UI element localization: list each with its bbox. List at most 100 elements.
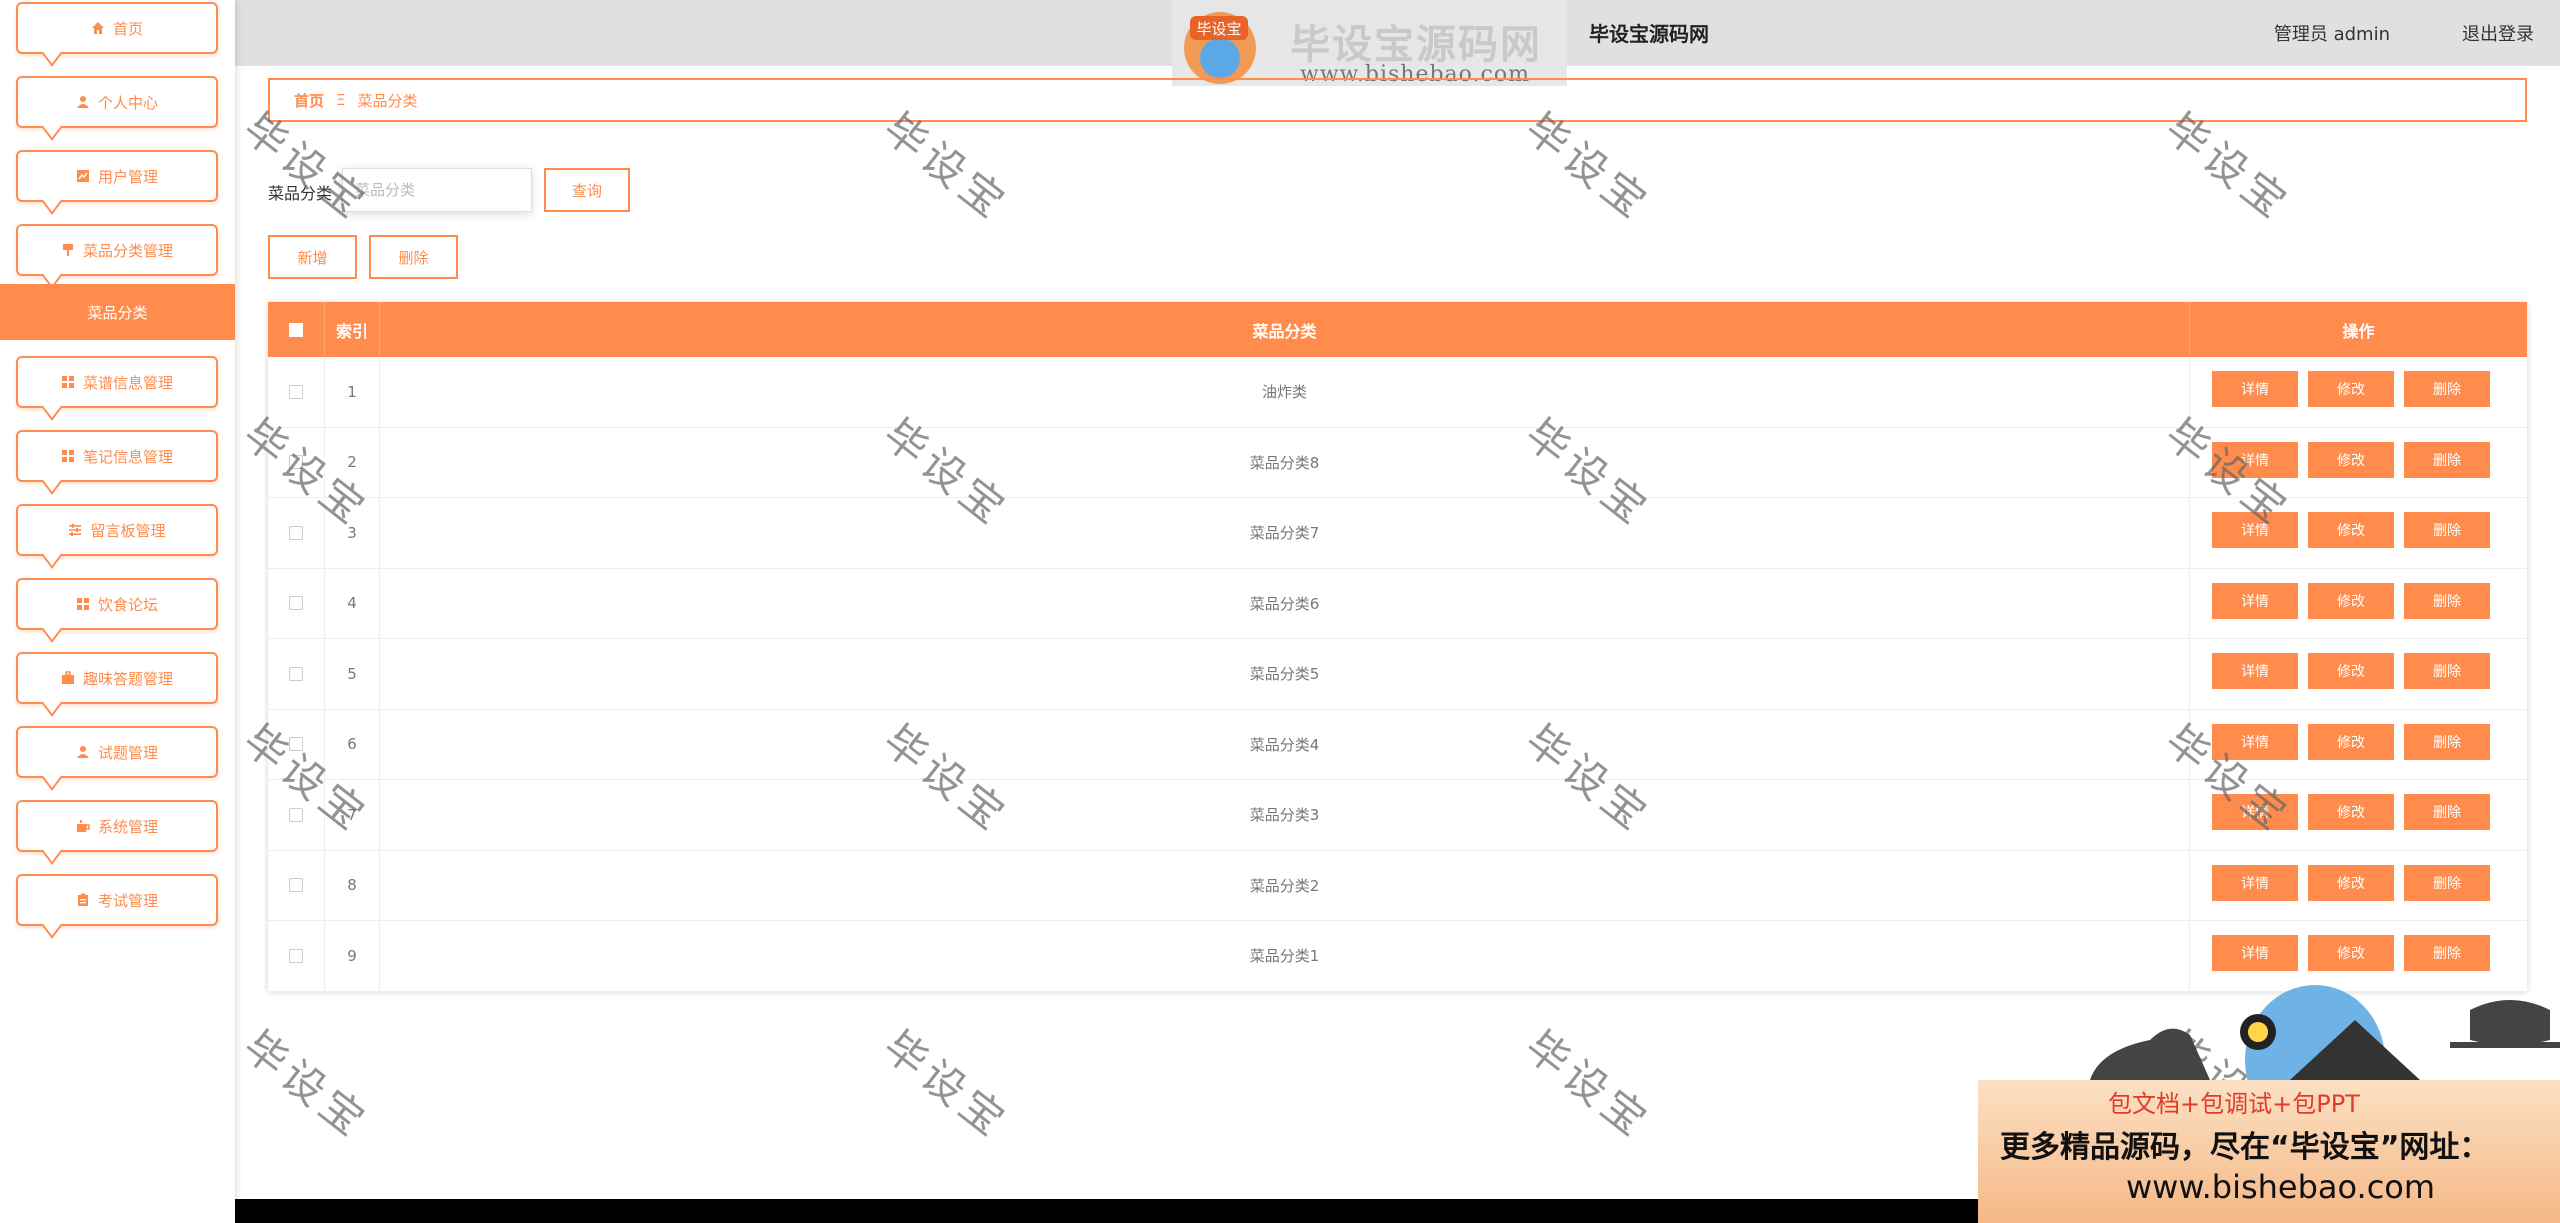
row-edit-button[interactable]: 修改 bbox=[2308, 864, 2394, 901]
batch-delete-button[interactable]: 删除 bbox=[369, 235, 458, 279]
promo-line-2: 更多精品源码，尽在“毕设宝”网址： bbox=[2000, 1130, 2490, 1165]
sidebar-item-message-board[interactable]: 留言板管理 bbox=[16, 504, 218, 556]
sidebar-item-diet-forum[interactable]: 饮食论坛 bbox=[16, 578, 218, 630]
row-edit-button[interactable]: 修改 bbox=[2308, 582, 2394, 619]
row-category: 菜品分类8 bbox=[380, 427, 2190, 497]
row-delete-button[interactable]: 删除 bbox=[2404, 371, 2490, 407]
briefcase-icon bbox=[61, 671, 74, 684]
header-actions: 操作 bbox=[2342, 321, 2375, 341]
row-category: 菜品分类6 bbox=[380, 568, 2190, 638]
row-edit-button[interactable]: 修改 bbox=[2308, 723, 2394, 760]
row-select-cell bbox=[268, 709, 325, 779]
row-checkbox[interactable] bbox=[289, 596, 303, 611]
row-detail-button[interactable]: 详情 bbox=[2212, 441, 2298, 478]
sidebar-subitem-dish-category[interactable]: 菜品分类 bbox=[0, 284, 235, 340]
row-checkbox[interactable] bbox=[289, 525, 303, 540]
row-checkbox[interactable] bbox=[289, 807, 303, 822]
sidebar-item-label: 首页 bbox=[112, 19, 143, 38]
row-detail-button[interactable]: 详情 bbox=[2212, 935, 2298, 971]
row-detail-button[interactable]: 详情 bbox=[2212, 723, 2298, 760]
site-logo-watermark: 毕设宝 毕设宝源码网 www.bishebao.com bbox=[1172, 0, 1567, 87]
row-delete-button[interactable]: 删除 bbox=[2404, 723, 2490, 760]
row-category: 油炸类 bbox=[380, 357, 2190, 427]
row-edit-button[interactable]: 修改 bbox=[2308, 441, 2394, 478]
promo-line-1: 包文档+包调试+包PPT bbox=[2108, 1090, 2360, 1118]
sidebar-item-recipe-mgmt[interactable]: 菜谱信息管理 bbox=[16, 356, 218, 408]
logo-mascot-icon: 毕设宝 bbox=[1172, 0, 1264, 86]
grid-icon bbox=[76, 598, 89, 610]
row-index: 4 bbox=[325, 568, 380, 638]
row-edit-button[interactable]: 修改 bbox=[2308, 653, 2394, 689]
row-delete-button[interactable]: 删除 bbox=[2404, 512, 2490, 548]
promo-url: www.bishebao.com bbox=[2126, 1168, 2436, 1206]
add-button[interactable]: 新增 bbox=[268, 235, 357, 279]
breadcrumb-home[interactable]: 首页 bbox=[294, 90, 324, 111]
table-row: 8 菜品分类2 详情 修改 删除 bbox=[268, 850, 2527, 921]
logout-link[interactable]: 退出登录 bbox=[2462, 20, 2534, 46]
chart-icon bbox=[76, 170, 89, 182]
select-all-checkbox[interactable] bbox=[289, 322, 303, 337]
row-detail-button[interactable]: 详情 bbox=[2212, 371, 2298, 407]
row-detail-button[interactable]: 详情 bbox=[2212, 794, 2298, 830]
row-checkbox[interactable] bbox=[289, 455, 303, 470]
sidebar-item-label: 系统管理 bbox=[97, 817, 158, 836]
promo-bird-icon bbox=[2090, 985, 2560, 1080]
row-index: 6 bbox=[325, 709, 380, 779]
row-delete-button[interactable]: 删除 bbox=[2404, 935, 2490, 971]
row-detail-button[interactable]: 详情 bbox=[2212, 512, 2298, 548]
row-category: 菜品分类2 bbox=[380, 850, 2190, 920]
sidebar-item-question-mgmt[interactable]: 试题管理 bbox=[16, 726, 218, 778]
query-button[interactable]: 查询 bbox=[544, 168, 630, 212]
row-delete-button[interactable]: 删除 bbox=[2404, 864, 2490, 901]
row-checkbox[interactable] bbox=[289, 737, 303, 752]
logo-badge-text: 毕设宝 bbox=[1196, 20, 1241, 38]
row-edit-button[interactable]: 修改 bbox=[2308, 794, 2394, 830]
search-input[interactable] bbox=[342, 168, 532, 212]
row-checkbox[interactable] bbox=[289, 384, 303, 399]
row-checkbox[interactable] bbox=[289, 666, 303, 681]
sidebar-item-profile[interactable]: 个人中心 bbox=[16, 76, 218, 128]
table-row: 4 菜品分类6 详情 修改 删除 bbox=[268, 568, 2527, 639]
row-select-cell bbox=[268, 357, 325, 427]
row-index: 7 bbox=[325, 780, 380, 850]
row-edit-button[interactable]: 修改 bbox=[2308, 371, 2394, 407]
sidebar-item-dish-category-mgmt[interactable]: 菜品分类管理 bbox=[16, 224, 218, 276]
sidebar-item-label: 个人中心 bbox=[97, 93, 158, 112]
row-actions: 详情 修改 删除 bbox=[2190, 780, 2527, 850]
row-delete-button[interactable]: 删除 bbox=[2404, 582, 2490, 619]
sidebar-item-notes-mgmt[interactable]: 笔记信息管理 bbox=[16, 430, 218, 482]
row-edit-button[interactable]: 修改 bbox=[2308, 935, 2394, 971]
row-select-cell bbox=[268, 850, 325, 920]
table-row: 3 菜品分类7 详情 修改 删除 bbox=[268, 498, 2527, 569]
sidebar-item-home[interactable]: 首页 bbox=[16, 2, 218, 54]
row-select-cell bbox=[268, 568, 325, 638]
breadcrumb: 首页 Ξ 菜品分类 bbox=[268, 78, 2527, 122]
row-edit-button[interactable]: 修改 bbox=[2308, 512, 2394, 548]
sidebar-item-label: 饮食论坛 bbox=[97, 595, 158, 614]
sidebar-item-label: 趣味答题管理 bbox=[82, 669, 173, 688]
watermark-text: 毕设宝 bbox=[234, 1021, 378, 1149]
table-row: 2 菜品分类8 详情 修改 删除 bbox=[268, 427, 2527, 498]
row-select-cell bbox=[268, 780, 325, 850]
grid-icon bbox=[61, 376, 74, 388]
row-select-cell bbox=[268, 639, 325, 709]
row-detail-button[interactable]: 详情 bbox=[2212, 653, 2298, 689]
row-detail-button[interactable]: 详情 bbox=[2212, 582, 2298, 619]
sidebar-item-label: 菜品分类管理 bbox=[82, 241, 173, 260]
table-row: 6 菜品分类4 详情 修改 删除 bbox=[268, 709, 2527, 780]
row-category: 菜品分类1 bbox=[380, 921, 2190, 991]
row-checkbox[interactable] bbox=[289, 948, 303, 963]
sidebar-item-label: 笔记信息管理 bbox=[82, 447, 173, 466]
sidebar-item-users[interactable]: 用户管理 bbox=[16, 150, 218, 202]
row-actions: 详情 修改 删除 bbox=[2190, 851, 2527, 921]
row-delete-button[interactable]: 删除 bbox=[2404, 441, 2490, 478]
row-checkbox[interactable] bbox=[289, 878, 303, 893]
row-actions: 详情 修改 删除 bbox=[2190, 428, 2527, 498]
sidebar-item-system-mgmt[interactable]: 系统管理 bbox=[16, 800, 218, 852]
row-detail-button[interactable]: 详情 bbox=[2212, 864, 2298, 901]
sidebar-item-quiz-mgmt[interactable]: 趣味答题管理 bbox=[16, 652, 218, 704]
sidebar-item-exam-mgmt[interactable]: 考试管理 bbox=[16, 874, 218, 926]
row-delete-button[interactable]: 删除 bbox=[2404, 794, 2490, 830]
row-index: 9 bbox=[325, 921, 380, 991]
row-delete-button[interactable]: 删除 bbox=[2404, 653, 2490, 689]
